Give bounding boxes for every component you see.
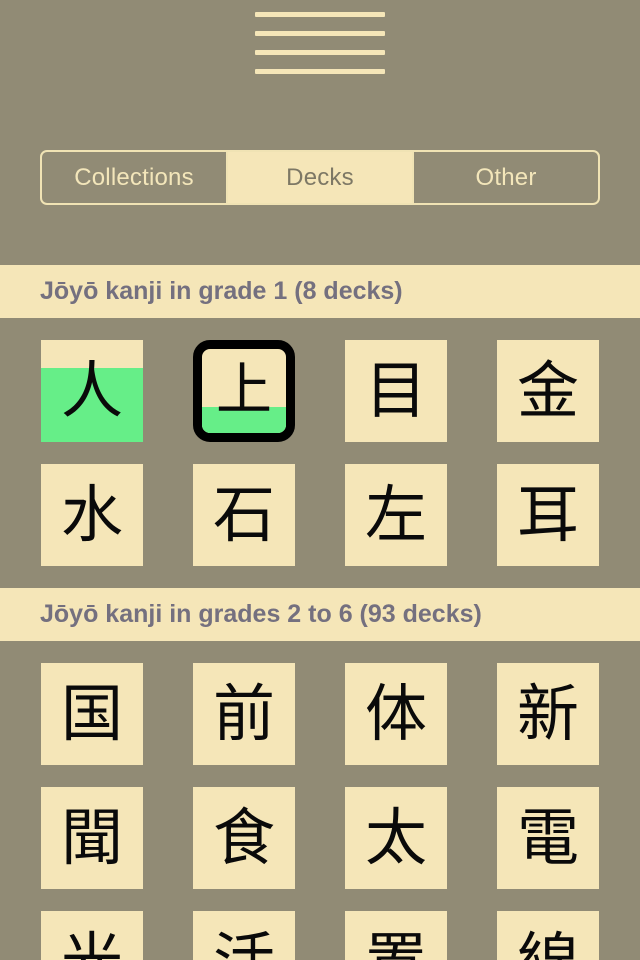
kanji-glyph: 左	[364, 478, 427, 551]
kanji-glyph: 聞	[60, 801, 123, 874]
kanji-tile[interactable]: 体	[345, 663, 447, 765]
tab-collections[interactable]: Collections	[42, 152, 228, 203]
kanji-tile[interactable]: 活	[193, 911, 295, 960]
section-grade-1: Jōyō kanji in grade 1 (8 decks) 人 上 目 金水 石 左 耳	[0, 265, 640, 566]
kanji-tile[interactable]: 前	[193, 663, 295, 765]
segmented-control[interactable]: Collections Decks Other	[40, 150, 600, 205]
kanji-glyph: 光	[41, 911, 143, 960]
tab-other[interactable]: Other	[414, 152, 598, 203]
kanji-glyph: 電	[516, 801, 579, 874]
kanji-tile[interactable]: 聞	[41, 787, 143, 889]
kanji-tile[interactable]: 国	[41, 663, 143, 765]
kanji-glyph: 前	[212, 677, 275, 750]
kanji-glyph: 線	[497, 911, 599, 960]
hamburger-menu-icon[interactable]	[255, 12, 385, 74]
kanji-glyph: 上	[216, 358, 272, 423]
kanji-tile[interactable]: 石	[193, 464, 295, 566]
kanji-glyph: 食	[212, 801, 275, 874]
kanji-glyph: 太	[364, 801, 427, 874]
kanji-glyph: 水	[60, 478, 123, 551]
hamburger-bar	[255, 12, 385, 17]
tab-decks[interactable]: Decks	[228, 152, 414, 203]
kanji-tile[interactable]: 光	[41, 911, 143, 960]
kanji-grid: 人 上 目 金水 石 左 耳	[0, 318, 640, 566]
kanji-glyph: 目	[364, 354, 427, 427]
hamburger-bar	[255, 31, 385, 36]
app-root: Collections Decks Other Jōyō kanji in gr…	[0, 0, 640, 960]
kanji-glyph: 石	[212, 478, 275, 551]
kanji-tile[interactable]: 左	[345, 464, 447, 566]
kanji-tile[interactable]: 目	[345, 340, 447, 442]
kanji-tile[interactable]: 線	[497, 911, 599, 960]
kanji-glyph: 耳	[516, 478, 579, 551]
kanji-glyph: 人	[60, 354, 123, 427]
kanji-tile[interactable]: 太	[345, 787, 447, 889]
hamburger-bar	[255, 69, 385, 74]
kanji-glyph: 置	[345, 911, 447, 960]
kanji-tile[interactable]: 上	[193, 340, 295, 442]
kanji-tile[interactable]: 人	[41, 340, 143, 442]
kanji-glyph: 活	[193, 911, 295, 960]
kanji-tile[interactable]: 水	[41, 464, 143, 566]
kanji-tile[interactable]: 食	[193, 787, 295, 889]
kanji-tile[interactable]: 耳	[497, 464, 599, 566]
kanji-tile[interactable]: 新	[497, 663, 599, 765]
kanji-tile[interactable]: 電	[497, 787, 599, 889]
kanji-glyph: 国	[60, 677, 123, 750]
kanji-tile[interactable]: 金	[497, 340, 599, 442]
kanji-glyph: 金	[516, 354, 579, 427]
section-header-title: Jōyō kanji in grades 2 to 6 (93 decks)	[0, 588, 640, 641]
hamburger-bar	[255, 50, 385, 55]
kanji-glyph: 新	[516, 677, 579, 750]
section-header-title: Jōyō kanji in grade 1 (8 decks)	[0, 265, 640, 318]
kanji-glyph: 体	[364, 677, 427, 750]
kanji-tile[interactable]: 置	[345, 911, 447, 960]
kanji-grid: 国 前 体 新聞 食 太 電光 活 置 線	[0, 641, 640, 960]
section-grades-2-6: Jōyō kanji in grades 2 to 6 (93 decks) 国…	[0, 588, 640, 960]
